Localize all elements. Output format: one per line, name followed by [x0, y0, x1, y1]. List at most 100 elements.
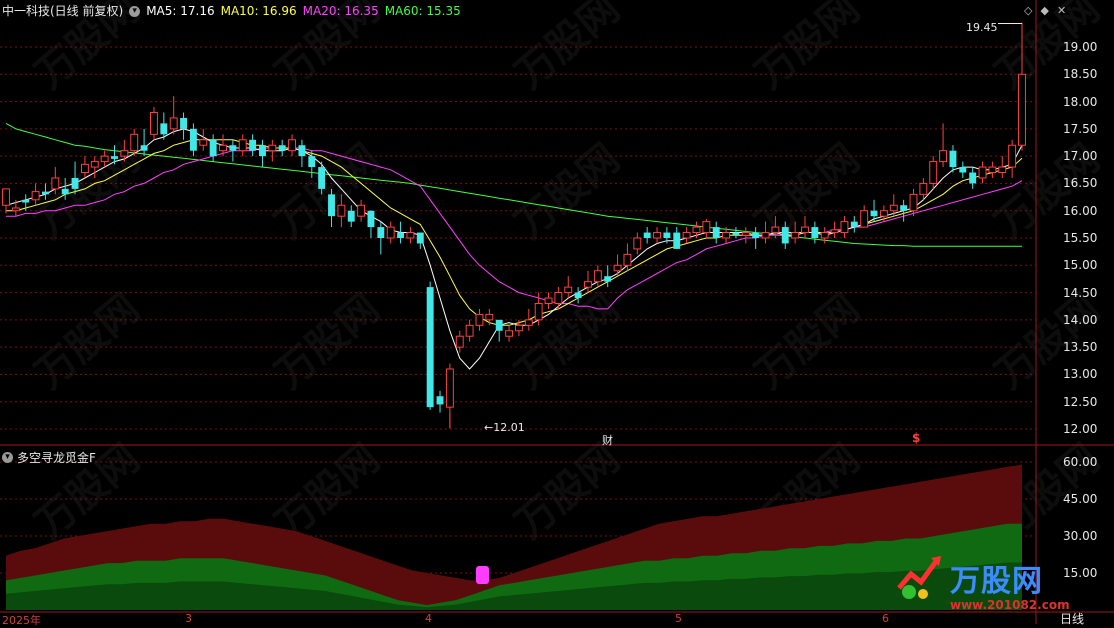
- candle-body: [840, 221, 849, 234]
- price-axis-label: 14.50: [1063, 285, 1098, 300]
- candle-body: [722, 232, 731, 239]
- candle-body: [397, 232, 405, 238]
- candle-body: [189, 128, 197, 151]
- candle: [830, 221, 839, 238]
- candle-body: [633, 237, 642, 250]
- candle-body: [120, 150, 129, 157]
- price-axis-label: 17.50: [1063, 121, 1098, 136]
- candle-body: [90, 161, 99, 168]
- candle-body: [268, 144, 277, 152]
- candle-body: [692, 226, 701, 234]
- candle: [259, 139, 266, 168]
- candle-body: [978, 166, 987, 179]
- candle-body: [811, 227, 819, 238]
- candle-body: [919, 182, 928, 195]
- candle-body: [445, 368, 454, 408]
- candle-body: [761, 232, 770, 239]
- candle-body: [357, 204, 366, 217]
- candle: [998, 156, 1007, 178]
- candle: [544, 292, 553, 309]
- candle: [820, 227, 829, 244]
- candle-body: [1018, 73, 1026, 146]
- candle: [426, 281, 434, 410]
- candle: [150, 107, 158, 140]
- indicator-name[interactable]: 多空寻龙觅金F: [17, 449, 96, 466]
- candle: [2, 188, 10, 214]
- price-axis-label: 14.00: [1063, 312, 1098, 327]
- candle: [633, 232, 642, 255]
- time-axis-label: 2025年: [2, 614, 41, 627]
- candle: [673, 227, 681, 249]
- candle-body: [308, 156, 316, 168]
- candle-body: [229, 145, 237, 151]
- price-axis-label: 13.50: [1063, 340, 1098, 355]
- watermark-text: 万股网: [507, 0, 628, 98]
- candle: [929, 156, 938, 189]
- candle: [564, 276, 573, 299]
- chart-canvas[interactable]: 万股网 万股网 万股网 万股网 万股网万股网 万股网 万股网 万股网 万股网万股网 万股网 万股网万…: [0, 0, 1114, 624]
- price-axis-label: 12.00: [1063, 422, 1098, 436]
- low-marker-label: ←12.01: [484, 421, 525, 434]
- candle-body: [949, 150, 957, 168]
- ma60-line: [5, 122, 1022, 247]
- candle-body: [791, 232, 800, 239]
- candle-body: [51, 177, 60, 190]
- candle-body: [939, 150, 948, 163]
- candle-body: [514, 324, 523, 332]
- dividend-marker[interactable]: $: [912, 431, 920, 445]
- candle-body: [140, 145, 148, 151]
- candle: [475, 308, 484, 331]
- high-marker-label: 19.45: [966, 21, 998, 34]
- candle: [436, 390, 444, 413]
- candle-body: [673, 232, 681, 249]
- candle-body: [377, 227, 385, 238]
- candle-body: [653, 232, 661, 239]
- candle-body: [100, 155, 109, 163]
- candle-body: [169, 117, 178, 130]
- candle-body: [870, 210, 878, 217]
- candle: [189, 123, 197, 157]
- candle: [505, 325, 514, 342]
- candle: [238, 134, 247, 157]
- candle: [840, 216, 849, 238]
- candle: [298, 139, 306, 168]
- indicator-header: ▾ 多空寻龙觅金F: [2, 449, 96, 466]
- brand-url: www.201082.com: [950, 598, 1070, 612]
- candle: [140, 128, 148, 157]
- brand-name: 万股网: [950, 564, 1043, 599]
- candle-body: [160, 123, 168, 135]
- candle-body: [564, 286, 573, 294]
- finance-marker[interactable]: 财: [602, 432, 613, 448]
- watermark-text: 万股网: [507, 285, 628, 397]
- candle: [613, 254, 622, 277]
- candle: [406, 227, 415, 244]
- candle-body: [238, 139, 247, 152]
- period-label[interactable]: 日线: [1060, 610, 1084, 627]
- candle-body: [604, 276, 612, 282]
- indicator-settings-icon[interactable]: ▾: [2, 452, 13, 463]
- candle: [328, 188, 335, 228]
- candle: [495, 319, 503, 342]
- candle-body: [249, 139, 257, 151]
- candle-body: [22, 199, 30, 203]
- candle-body: [180, 117, 188, 129]
- candle-body: [130, 133, 139, 152]
- indicator-axis-label: 60.00: [1063, 455, 1098, 469]
- candle-body: [436, 396, 444, 405]
- watermark-text: 万股网: [507, 135, 628, 247]
- candle-body: [11, 207, 20, 212]
- ma20-line: [6, 147, 1023, 310]
- price-axis-label: 18.00: [1063, 94, 1098, 109]
- candle: [584, 270, 592, 293]
- candle: [978, 161, 987, 184]
- candle-body: [337, 204, 346, 217]
- candle: [465, 319, 474, 342]
- candle-body: [593, 270, 602, 283]
- candle: [939, 123, 948, 168]
- watermark-text: 万股网: [27, 285, 148, 397]
- candle-body: [80, 163, 89, 174]
- candle: [1008, 139, 1017, 178]
- candle-body: [969, 172, 977, 184]
- price-axis-label: 13.00: [1063, 367, 1098, 382]
- candle: [850, 216, 858, 233]
